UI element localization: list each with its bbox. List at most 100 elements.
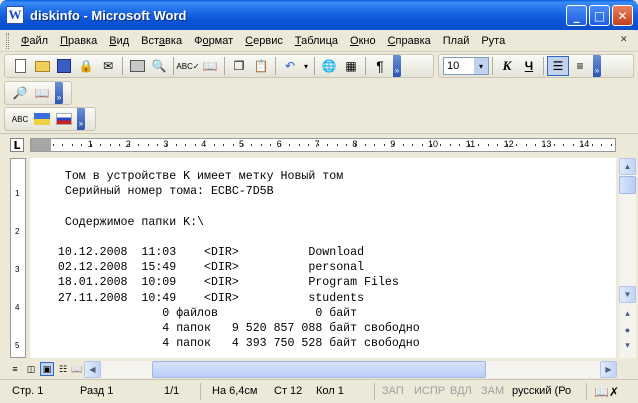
menubar-grip[interactable] <box>6 32 9 49</box>
status-section: Разд 1 <box>80 385 114 397</box>
minimize-button[interactable]: _ <box>566 5 587 26</box>
undo-dropdown-icon[interactable]: ▾ <box>301 56 311 76</box>
ruler-number: 12 <box>503 139 514 149</box>
toolbar-row-3: ABC » <box>0 106 638 132</box>
close-button[interactable]: ✕ <box>612 5 633 26</box>
document-line[interactable]: 27.11.2008 10:49 <DIR> students <box>44 292 364 305</box>
status-page: Стр. 1 <box>12 385 44 397</box>
reading-icon[interactable]: 📖 <box>31 83 53 103</box>
document-line[interactable]: 18.01.2008 10:09 <DIR> Program Files <box>44 276 399 289</box>
horizontal-ruler[interactable]: 1234567891011121314 <box>30 138 616 152</box>
vruler-number: 1 <box>15 189 20 198</box>
font-size-combo[interactable]: 10 ▾ <box>443 57 489 75</box>
window-title: diskinfo - Microsoft Word <box>30 7 187 23</box>
menu-item-8[interactable]: Справка <box>382 33 437 49</box>
vruler-number: 5 <box>15 341 20 350</box>
toolbar-options-icon[interactable]: » <box>393 55 401 77</box>
status-pages: 1/1 <box>164 385 180 397</box>
print-icon[interactable] <box>126 56 148 76</box>
research-icon[interactable]: 📖 <box>199 56 221 76</box>
scroll-down-icon[interactable]: ▼ <box>619 286 636 303</box>
scroll-right-icon[interactable]: ▶ <box>600 361 617 378</box>
small-toolbar-1: 🔎 📖 » <box>4 81 72 105</box>
menu-item-6[interactable]: Таблица <box>289 33 344 49</box>
horizontal-scrollbar[interactable]: ◀ ▶ <box>84 361 617 378</box>
word-app-icon[interactable]: W <box>6 6 24 24</box>
toolbar-options-icon[interactable]: » <box>77 108 85 130</box>
ukraine-flag-icon[interactable] <box>31 109 53 129</box>
formatting-options-icon[interactable]: » <box>593 55 601 77</box>
menu-item-10[interactable]: Рута <box>475 33 511 49</box>
status-position: На 6,4см <box>212 385 258 397</box>
document-line[interactable]: 10.12.2008 11:03 <DIR> Download <box>44 246 364 259</box>
spelling-status-icon[interactable]: 📖✗ <box>594 385 619 399</box>
normal-view-icon[interactable]: ≡ <box>8 362 22 376</box>
new-document-icon[interactable] <box>9 56 31 76</box>
hyperlink-icon[interactable]: 🌐 <box>318 56 340 76</box>
print-layout-icon[interactable]: ▣ <box>40 362 54 376</box>
menu-item-5[interactable]: Сервис <box>239 33 289 49</box>
table-icon[interactable]: ▦ <box>340 56 362 76</box>
show-formatting-icon[interactable]: ¶ <box>369 56 391 76</box>
toolbar-options-icon[interactable]: » <box>55 82 63 104</box>
menu-item-4[interactable]: Формат <box>188 33 239 49</box>
save-icon[interactable] <box>53 56 75 76</box>
browse-object-icon[interactable]: ● <box>619 322 636 337</box>
status-overtype[interactable]: ЗАМ <box>481 385 504 397</box>
status-bar: Стр. 1 Разд 1 1/1 На 6,4см Ст 12 Кол 1 З… <box>0 379 638 403</box>
reading-view-icon[interactable]: 📖 <box>70 362 84 376</box>
standard-toolbar: 🔒 ✉ 🔍 ABC✓ 📖 ❐ 📋 ↶ ▾ 🌐 ▦ ¶ » <box>4 54 434 78</box>
open-folder-icon[interactable] <box>31 56 53 76</box>
font-size-value: 10 <box>447 60 460 72</box>
align-left-icon[interactable]: ☰ <box>547 56 569 76</box>
align-center-icon[interactable]: ≡ <box>569 56 591 76</box>
document-line[interactable]: Серийный номер тома: ECBC-7D5B <box>44 185 274 198</box>
find-icon[interactable]: 🔎 <box>9 83 31 103</box>
web-view-icon[interactable]: ◫ <box>24 362 38 376</box>
status-record[interactable]: ЗАП <box>382 385 404 397</box>
document-line[interactable]: Том в устройстве K имеет метку Новый том <box>44 170 343 183</box>
status-track-changes[interactable]: ИСПР <box>414 385 445 397</box>
menubar-close-icon[interactable]: ✕ <box>620 34 632 48</box>
title-bar[interactable]: W diskinfo - Microsoft Word _ □ ✕ <box>0 0 638 30</box>
menu-item-9[interactable]: Плай <box>437 33 476 49</box>
italic-icon[interactable]: К <box>496 56 518 76</box>
vertical-ruler[interactable]: 1 2 3 4 5 <box>10 158 26 358</box>
document-line[interactable]: 0 файлов 0 байт <box>44 307 357 320</box>
document-line[interactable]: 4 папок 9 520 857 088 байт свободно <box>44 322 419 335</box>
spellcheck-icon[interactable]: ABC <box>9 109 31 129</box>
chevron-down-icon[interactable]: ▾ <box>474 58 488 74</box>
outline-view-icon[interactable]: ☷ <box>56 362 70 376</box>
tab-selector[interactable]: L <box>10 138 24 152</box>
russia-flag-icon[interactable] <box>53 109 75 129</box>
ruler-number: 14 <box>579 139 590 149</box>
menu-item-0[interactable]: Файл <box>15 33 54 49</box>
status-language[interactable]: русский (Ро <box>512 385 571 397</box>
maximize-button[interactable]: □ <box>589 5 610 26</box>
spelling-icon[interactable]: ABC✓ <box>176 56 199 76</box>
document-line[interactable]: 4 папок 4 393 750 528 байт свободно <box>44 337 419 350</box>
scroll-left-icon[interactable]: ◀ <box>84 361 101 378</box>
copy-icon[interactable]: ❐ <box>228 56 250 76</box>
email-icon[interactable]: ✉ <box>97 56 119 76</box>
menu-item-7[interactable]: Окно <box>344 33 382 49</box>
menu-item-3[interactable]: Вставка <box>135 33 188 49</box>
menu-item-2[interactable]: Вид <box>103 33 135 49</box>
previous-page-icon[interactable]: ▴ <box>619 306 636 321</box>
vertical-scroll-thumb[interactable] <box>619 176 636 194</box>
menu-item-1[interactable]: Правка <box>54 33 103 49</box>
status-extend[interactable]: ВДЛ <box>450 385 472 397</box>
underline-icon[interactable]: Ч <box>518 56 540 76</box>
document-line[interactable]: 02.12.2008 15:49 <DIR> personal <box>44 261 364 274</box>
print-preview-icon[interactable]: 🔍 <box>148 56 170 76</box>
document-page[interactable]: Том в устройстве K имеет метку Новый том… <box>30 158 616 358</box>
ruler-number: 10 <box>428 139 439 149</box>
vertical-scrollbar[interactable]: ▲ ▼ ▴ ● ▾ <box>619 158 636 358</box>
horizontal-scroll-thumb[interactable] <box>152 361 486 378</box>
permission-icon[interactable]: 🔒 <box>75 56 97 76</box>
document-line[interactable]: Содержимое папки K:\ <box>44 216 204 229</box>
scroll-up-icon[interactable]: ▲ <box>619 158 636 175</box>
paste-icon[interactable]: 📋 <box>250 56 272 76</box>
next-page-icon[interactable]: ▾ <box>619 338 636 353</box>
undo-icon[interactable]: ↶ <box>279 56 301 76</box>
